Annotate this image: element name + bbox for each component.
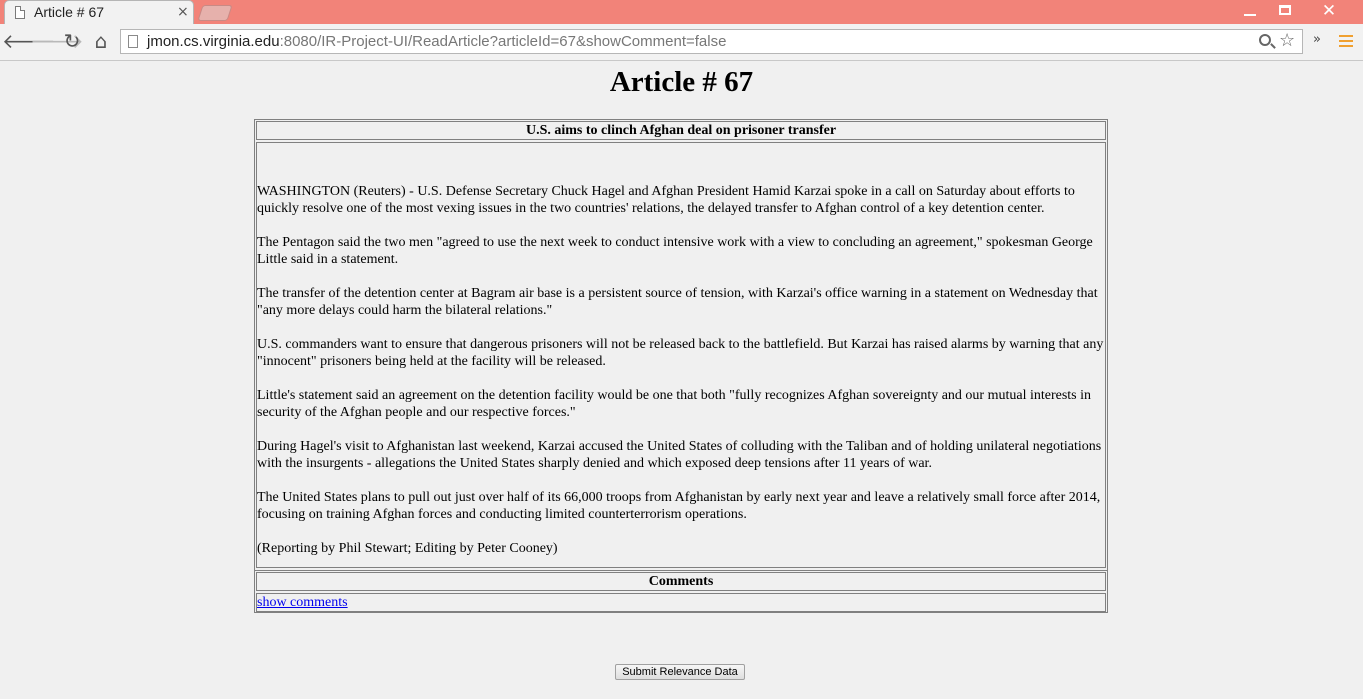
article-paragraph: Little's statement said an agreement on …	[257, 388, 1092, 420]
window-maximize-button[interactable]	[1268, 0, 1304, 22]
page-icon	[15, 6, 25, 19]
tab-title: Article # 67	[34, 4, 105, 20]
menu-icon[interactable]	[1339, 35, 1353, 49]
article-table: U.S. aims to clinch Afghan deal on priso…	[254, 119, 1108, 571]
article-headline: U.S. aims to clinch Afghan deal on priso…	[256, 121, 1106, 140]
browser-tab-active[interactable]: Article # 67 ×	[4, 0, 194, 24]
article-paragraph: (Reporting by Phil Stewart; Editing by P…	[257, 541, 558, 556]
reload-icon[interactable]: ↻	[60, 29, 84, 53]
page-icon	[128, 35, 138, 48]
tab-close-icon[interactable]: ×	[177, 3, 189, 21]
url-text[interactable]: jmon.cs.virginia.edu:8080/IR-Project-UI/…	[147, 33, 726, 50]
browser-title-bar: Article # 67 × ✕	[0, 0, 1363, 24]
url-host: jmon.cs.virginia.edu	[147, 33, 280, 50]
article-paragraph: U.S. commanders want to ensure that dang…	[257, 337, 1104, 369]
new-tab-button[interactable]	[197, 5, 233, 21]
show-comments-link[interactable]: show comments	[257, 595, 348, 610]
url-path: :8080/IR-Project-UI/ReadArticle?articleI…	[279, 33, 727, 50]
search-icon[interactable]	[1259, 34, 1271, 46]
article-paragraph: WASHINGTON (Reuters) - U.S. Defense Secr…	[257, 184, 1075, 216]
article-body: WASHINGTON (Reuters) - U.S. Defense Secr…	[256, 142, 1106, 568]
window-minimize-button[interactable]	[1232, 0, 1268, 22]
article-paragraph: The transfer of the detention center at …	[257, 286, 1098, 318]
address-bar[interactable]: jmon.cs.virginia.edu:8080/IR-Project-UI/…	[120, 29, 1303, 54]
extensions-overflow-icon[interactable]: »	[1313, 32, 1321, 47]
bookmark-star-icon[interactable]: ☆	[1279, 31, 1295, 51]
comments-header: Comments	[256, 572, 1106, 591]
back-arrow-icon[interactable]: 🡐	[2, 29, 56, 53]
comments-table: Comments show comments	[254, 570, 1108, 613]
forward-arrow-icon[interactable]: 🡒	[30, 29, 84, 53]
browser-toolbar: 🡐 🡒 ↻ ⌂ jmon.cs.virginia.edu:8080/IR-Pro…	[0, 24, 1363, 61]
window-close-button[interactable]: ✕	[1311, 0, 1347, 22]
submit-relevance-button[interactable]: Submit Relevance Data	[615, 664, 745, 680]
article-paragraph: The Pentagon said the two men "agreed to…	[257, 235, 1093, 267]
page-title: Article # 67	[609, 66, 754, 98]
article-paragraph: The United States plans to pull out just…	[257, 490, 1101, 522]
article-paragraph: During Hagel's visit to Afghanistan last…	[257, 439, 1102, 471]
home-icon[interactable]: ⌂	[89, 29, 113, 53]
comments-link-row: show comments	[256, 593, 1106, 612]
